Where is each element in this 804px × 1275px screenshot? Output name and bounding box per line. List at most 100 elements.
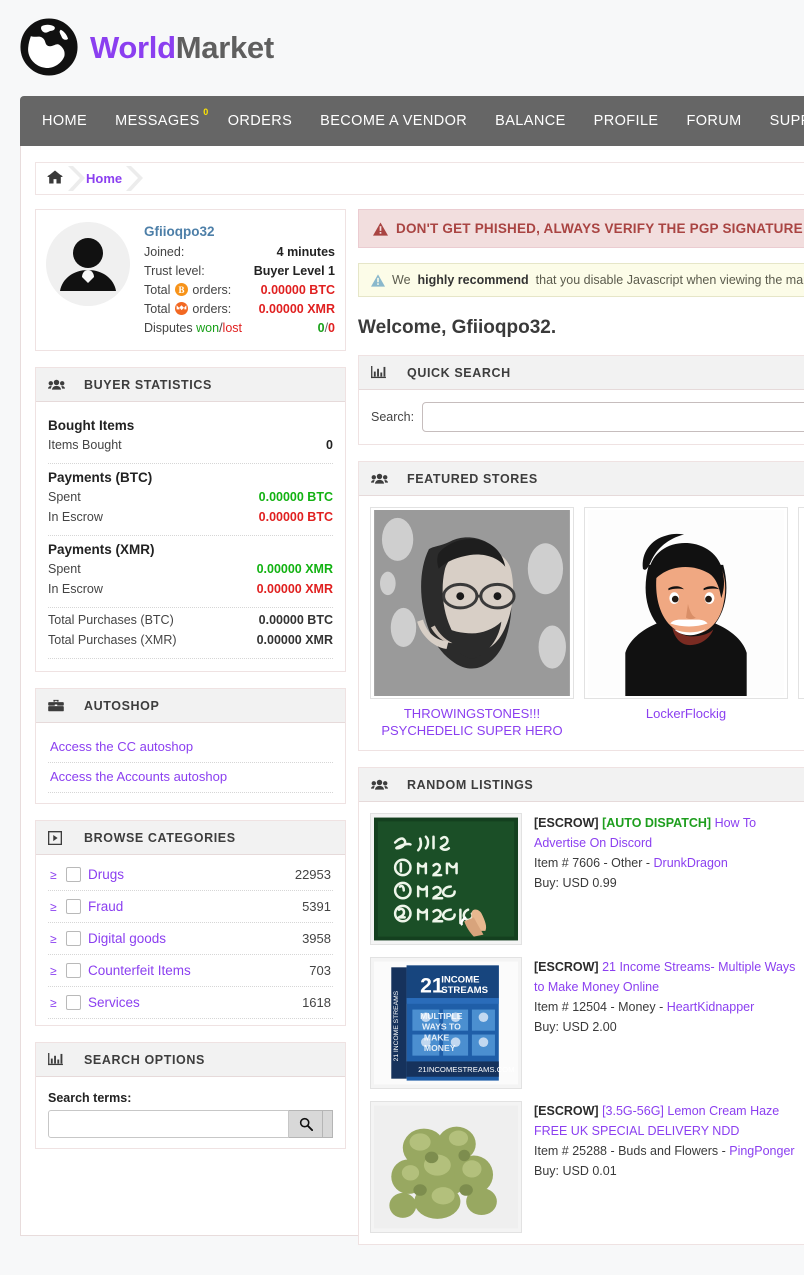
category-checkbox[interactable] bbox=[66, 963, 81, 978]
category-count: 5391 bbox=[302, 899, 331, 914]
browse-categories-title: BROWSE CATEGORIES bbox=[84, 830, 236, 845]
nav-label: MESSAGES bbox=[115, 113, 200, 129]
btc-spent-row: Spent 0.00000 BTC bbox=[48, 487, 333, 507]
category-row: ≥ Fraud 5391 bbox=[48, 891, 333, 922]
listing-thumbnail[interactable] bbox=[370, 813, 522, 945]
search-options-extra-button[interactable] bbox=[323, 1110, 333, 1138]
btc-orders-value: 0.00000 BTC bbox=[260, 283, 335, 297]
profile-username[interactable]: Gfiioqpo32 bbox=[144, 224, 335, 239]
listing-vendor[interactable]: DrunkDragon bbox=[654, 856, 728, 870]
store-thumbnail[interactable] bbox=[584, 507, 788, 699]
nav-item-profile[interactable]: PROFILE bbox=[594, 113, 659, 129]
featured-store-name[interactable]: THROWINGSTONES!!! PSYCHEDELIC SUPER HERO bbox=[370, 705, 574, 739]
home-icon[interactable] bbox=[46, 169, 64, 188]
users-icon bbox=[371, 473, 391, 485]
xmr-orders-pre: Total bbox=[144, 302, 171, 316]
expand-icon[interactable]: ≥ bbox=[50, 868, 59, 882]
warning-triangle-icon bbox=[373, 221, 388, 236]
listing-title-line: [ESCROW] 21 Income Streams- Multiple Way… bbox=[534, 957, 800, 997]
nav-item-balance[interactable]: BALANCE bbox=[495, 113, 566, 129]
bar-chart-icon bbox=[48, 1053, 68, 1066]
category-row: ≥ Counterfeit Items 703 bbox=[48, 955, 333, 986]
category-link-fraud[interactable]: Fraud bbox=[88, 899, 295, 914]
category-link-services[interactable]: Services bbox=[88, 995, 295, 1010]
expand-icon[interactable]: ≥ bbox=[50, 900, 59, 914]
disputes-word: Disputes bbox=[144, 321, 193, 335]
javascript-warning-alert: We highly recommend that you disable Jav… bbox=[358, 263, 804, 297]
expand-icon[interactable]: ≥ bbox=[50, 932, 59, 946]
nav-item-forum[interactable]: FORUM bbox=[687, 113, 742, 129]
category-checkbox[interactable] bbox=[66, 995, 81, 1010]
featured-store-card[interactable]: THROWINGSTONES!!! PSYCHEDELIC SUPER HERO bbox=[370, 507, 574, 739]
featured-store-card[interactable] bbox=[798, 507, 804, 739]
escrow-tag: [ESCROW] bbox=[534, 816, 599, 830]
btc-escrow-row: In Escrow 0.00000 BTC bbox=[48, 507, 333, 527]
phishing-alert-text: DON'T GET PHISHED, ALWAYS VERIFY THE PGP… bbox=[396, 221, 803, 236]
listing-vendor[interactable]: PingPonger bbox=[729, 1144, 794, 1158]
quick-search-header: QUICK SEARCH bbox=[359, 356, 804, 390]
category-checkbox[interactable] bbox=[66, 867, 81, 882]
nav-label: SUPPORT bbox=[769, 113, 804, 129]
browse-categories-header: BROWSE CATEGORIES bbox=[36, 821, 345, 855]
javascript-warning-pre: We bbox=[392, 273, 411, 287]
xmr-spent-row: Spent 0.00000 XMR bbox=[48, 559, 333, 579]
site-header: WorldMarket bbox=[0, 0, 804, 96]
javascript-warning-post: that you disable Javascript when viewing… bbox=[535, 273, 804, 287]
search-submit-button[interactable] bbox=[289, 1110, 323, 1138]
total-purchases-btc-label: Total Purchases (BTC) bbox=[48, 613, 174, 627]
breadcrumb-item-home[interactable]: Home bbox=[86, 171, 122, 186]
listing-price: Buy: USD 2.00 bbox=[534, 1020, 617, 1034]
listing-thumbnail[interactable]: 21 INCOME STREAMS MULTIPLE WAYS TO MAKE … bbox=[370, 957, 522, 1089]
listing-title-line: [ESCROW] [3.5G-56G] Lemon Cream Haze FRE… bbox=[534, 1101, 800, 1141]
featured-store-card[interactable]: LockerFlockig bbox=[584, 507, 788, 739]
users-icon bbox=[48, 379, 68, 391]
sidebar: Gfiioqpo32 Joined: 4 minutes Trust level… bbox=[35, 209, 346, 1165]
listing-meta: Item # 7606 - Other - DrunkDragon bbox=[534, 853, 800, 873]
category-link-counterfeit-items[interactable]: Counterfeit Items bbox=[88, 963, 302, 978]
random-listings-panel: RANDOM LISTINGS [ESCROW] [AUTO DISPATCH]… bbox=[358, 767, 804, 1245]
listing-price: Buy: USD 0.99 bbox=[534, 876, 617, 890]
store-thumbnail[interactable] bbox=[798, 507, 804, 699]
nav-item-orders[interactable]: ORDERS bbox=[228, 113, 292, 129]
category-link-drugs[interactable]: Drugs bbox=[88, 867, 288, 882]
play-box-icon bbox=[48, 830, 68, 845]
listing-vendor[interactable]: HeartKidnapper bbox=[667, 1000, 755, 1014]
autoshop-link-accounts[interactable]: Access the Accounts autoshop bbox=[48, 763, 333, 792]
nav-item-support[interactable]: SUPPORT bbox=[770, 113, 804, 129]
quick-search-input[interactable] bbox=[422, 402, 804, 432]
category-link-digital-goods[interactable]: Digital goods bbox=[88, 931, 295, 946]
users-icon bbox=[371, 779, 391, 791]
xmr-escrow-value: 0.00000 XMR bbox=[256, 582, 333, 596]
page-container: Home Gfiioqpo32 Joined: 4 minutes Trust … bbox=[20, 146, 804, 1245]
listing-item[interactable]: [ESCROW] [3.5G-56G] Lemon Cream Haze FRE… bbox=[370, 1101, 800, 1233]
autoshop-link-cc[interactable]: Access the CC autoshop bbox=[48, 733, 333, 762]
category-checkbox[interactable] bbox=[66, 899, 81, 914]
featured-stores-panel: FEATURED STORES THROWINGSTONES!!! PSYCHE… bbox=[358, 461, 804, 751]
store-thumbnail[interactable] bbox=[370, 507, 574, 699]
expand-icon[interactable]: ≥ bbox=[50, 964, 59, 978]
disputes-lost-count: 0 bbox=[328, 321, 335, 335]
btc-escrow-label: In Escrow bbox=[48, 510, 103, 524]
nav-item-messages[interactable]: MESSAGES 0 bbox=[115, 107, 208, 129]
category-checkbox[interactable] bbox=[66, 931, 81, 946]
listing-item[interactable]: [ESCROW] [AUTO DISPATCH] How To Advertis… bbox=[370, 813, 800, 945]
expand-icon[interactable]: ≥ bbox=[50, 996, 59, 1010]
profile-btc-orders-row: Total B orders: 0.00000 BTC bbox=[144, 281, 335, 300]
autoshop-panel: AUTOSHOP Access the CC autoshop Access t… bbox=[35, 688, 346, 804]
bud-green-image bbox=[374, 1105, 518, 1229]
main-navigation: HOME MESSAGES 0 ORDERS BECOME A VENDOR B… bbox=[20, 96, 804, 146]
featured-store-name[interactable]: LockerFlockig bbox=[584, 705, 788, 722]
monero-icon bbox=[174, 302, 188, 315]
listing-info: [ESCROW] [AUTO DISPATCH] How To Advertis… bbox=[534, 813, 800, 945]
featured-stores-title: FEATURED STORES bbox=[407, 471, 538, 486]
listing-meta-prefix: Item # 12504 - Money - bbox=[534, 1000, 667, 1014]
listing-thumbnail[interactable] bbox=[370, 1101, 522, 1233]
search-terms-input[interactable] bbox=[48, 1110, 289, 1138]
nav-item-home[interactable]: HOME bbox=[42, 113, 87, 129]
disputes-label: Disputes won/lost bbox=[144, 319, 242, 338]
warning-triangle-icon bbox=[371, 273, 385, 287]
nav-item-become-a-vendor[interactable]: BECOME A VENDOR bbox=[320, 113, 467, 129]
xmr-escrow-label: In Escrow bbox=[48, 582, 103, 596]
listing-item[interactable]: 21 INCOME STREAMS MULTIPLE WAYS TO MAKE … bbox=[370, 957, 800, 1089]
trust-level-value: Buyer Level 1 bbox=[253, 264, 335, 278]
